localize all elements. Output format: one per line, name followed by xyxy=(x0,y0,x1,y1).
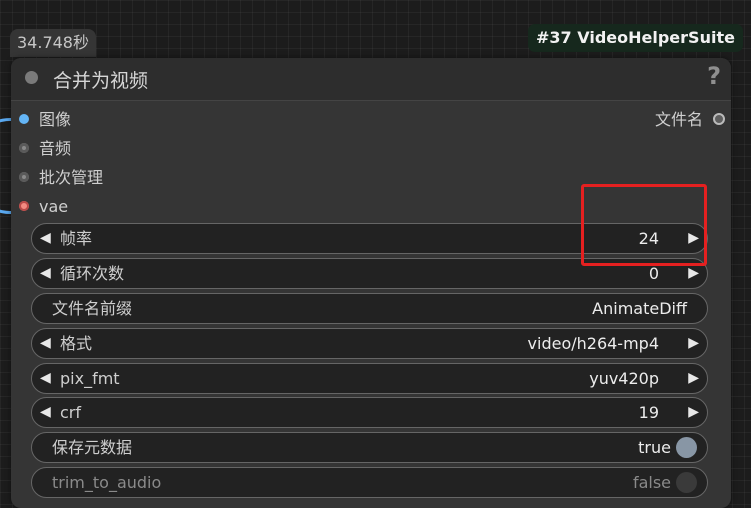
annotation-highlight-box xyxy=(581,184,707,266)
input-dot-icon[interactable] xyxy=(19,171,29,182)
node-id-badge: #37 VideoHelperSuite xyxy=(528,24,743,52)
trim-to-audio-toggle[interactable]: trim_to_audio false xyxy=(31,467,708,498)
input-slot-batch-manager[interactable]: 批次管理 xyxy=(19,168,103,188)
increment-arrow-icon[interactable]: ▶ xyxy=(688,364,699,393)
crf-label: crf xyxy=(60,403,82,422)
node-header[interactable]: 合并为视频 ? xyxy=(11,58,731,101)
input-label-images: 图像 xyxy=(39,110,72,129)
crf-value[interactable]: 19 xyxy=(639,398,659,427)
output-label-filenames: 文件名 xyxy=(654,110,703,129)
input-label-audio: 音频 xyxy=(39,139,72,158)
decrement-arrow-icon[interactable]: ◀ xyxy=(40,329,51,358)
decrement-arrow-icon[interactable]: ◀ xyxy=(40,398,51,427)
input-slot-images[interactable]: 图像 xyxy=(19,110,71,130)
toggle-knob-icon[interactable] xyxy=(676,437,697,458)
frame-rate-label: 帧率 xyxy=(60,229,93,248)
decrement-arrow-icon[interactable]: ◀ xyxy=(40,259,51,288)
output-dot-icon[interactable] xyxy=(713,112,725,125)
format-value[interactable]: video/h264-mp4 xyxy=(528,329,659,358)
input-label-batch-manager: 批次管理 xyxy=(39,168,104,187)
crf-widget[interactable]: ◀ crf 19 ▶ xyxy=(31,397,708,428)
increment-arrow-icon[interactable]: ▶ xyxy=(688,398,699,427)
save-metadata-toggle[interactable]: 保存元数据 true xyxy=(31,432,708,463)
video-combine-node[interactable]: 合并为视频 ? 图像 音频 批次管理 vae 文件名 ◀ 帧率 24 ▶ ◀ 循… xyxy=(11,58,731,508)
input-dot-icon[interactable] xyxy=(19,200,29,211)
input-label-vae: vae xyxy=(39,197,69,216)
collapse-toggle-icon[interactable] xyxy=(25,71,38,84)
pix-fmt-widget[interactable]: ◀ pix_fmt yuv420p ▶ xyxy=(31,363,708,394)
decrement-arrow-icon[interactable]: ◀ xyxy=(40,224,51,253)
pix-fmt-value[interactable]: yuv420p xyxy=(589,364,659,393)
decrement-arrow-icon[interactable]: ◀ xyxy=(40,364,51,393)
input-dot-icon[interactable] xyxy=(19,142,29,153)
pix-fmt-label: pix_fmt xyxy=(60,369,120,388)
increment-arrow-icon[interactable]: ▶ xyxy=(688,329,699,358)
node-title: 合并为视频 xyxy=(53,70,149,92)
save-metadata-label: 保存元数据 xyxy=(52,438,133,457)
trim-to-audio-label: trim_to_audio xyxy=(52,473,162,492)
format-label: 格式 xyxy=(60,334,93,353)
filename-prefix-value[interactable]: AnimateDiff xyxy=(592,294,687,323)
execution-time-label: 34.748秒 xyxy=(10,29,96,57)
format-widget[interactable]: ◀ 格式 video/h264-mp4 ▶ xyxy=(31,328,708,359)
filename-prefix-label: 文件名前缀 xyxy=(52,299,133,318)
input-slot-vae[interactable]: vae xyxy=(19,197,68,217)
input-dot-icon[interactable] xyxy=(19,113,29,124)
output-slot-filenames[interactable]: 文件名 xyxy=(655,110,725,130)
help-icon[interactable]: ? xyxy=(707,62,721,90)
input-slot-audio[interactable]: 音频 xyxy=(19,139,71,159)
loop-count-label: 循环次数 xyxy=(60,264,125,283)
filename-prefix-widget[interactable]: 文件名前缀 AnimateDiff xyxy=(31,293,708,324)
save-metadata-value: true xyxy=(638,438,671,457)
trim-to-audio-value: false xyxy=(632,473,671,492)
